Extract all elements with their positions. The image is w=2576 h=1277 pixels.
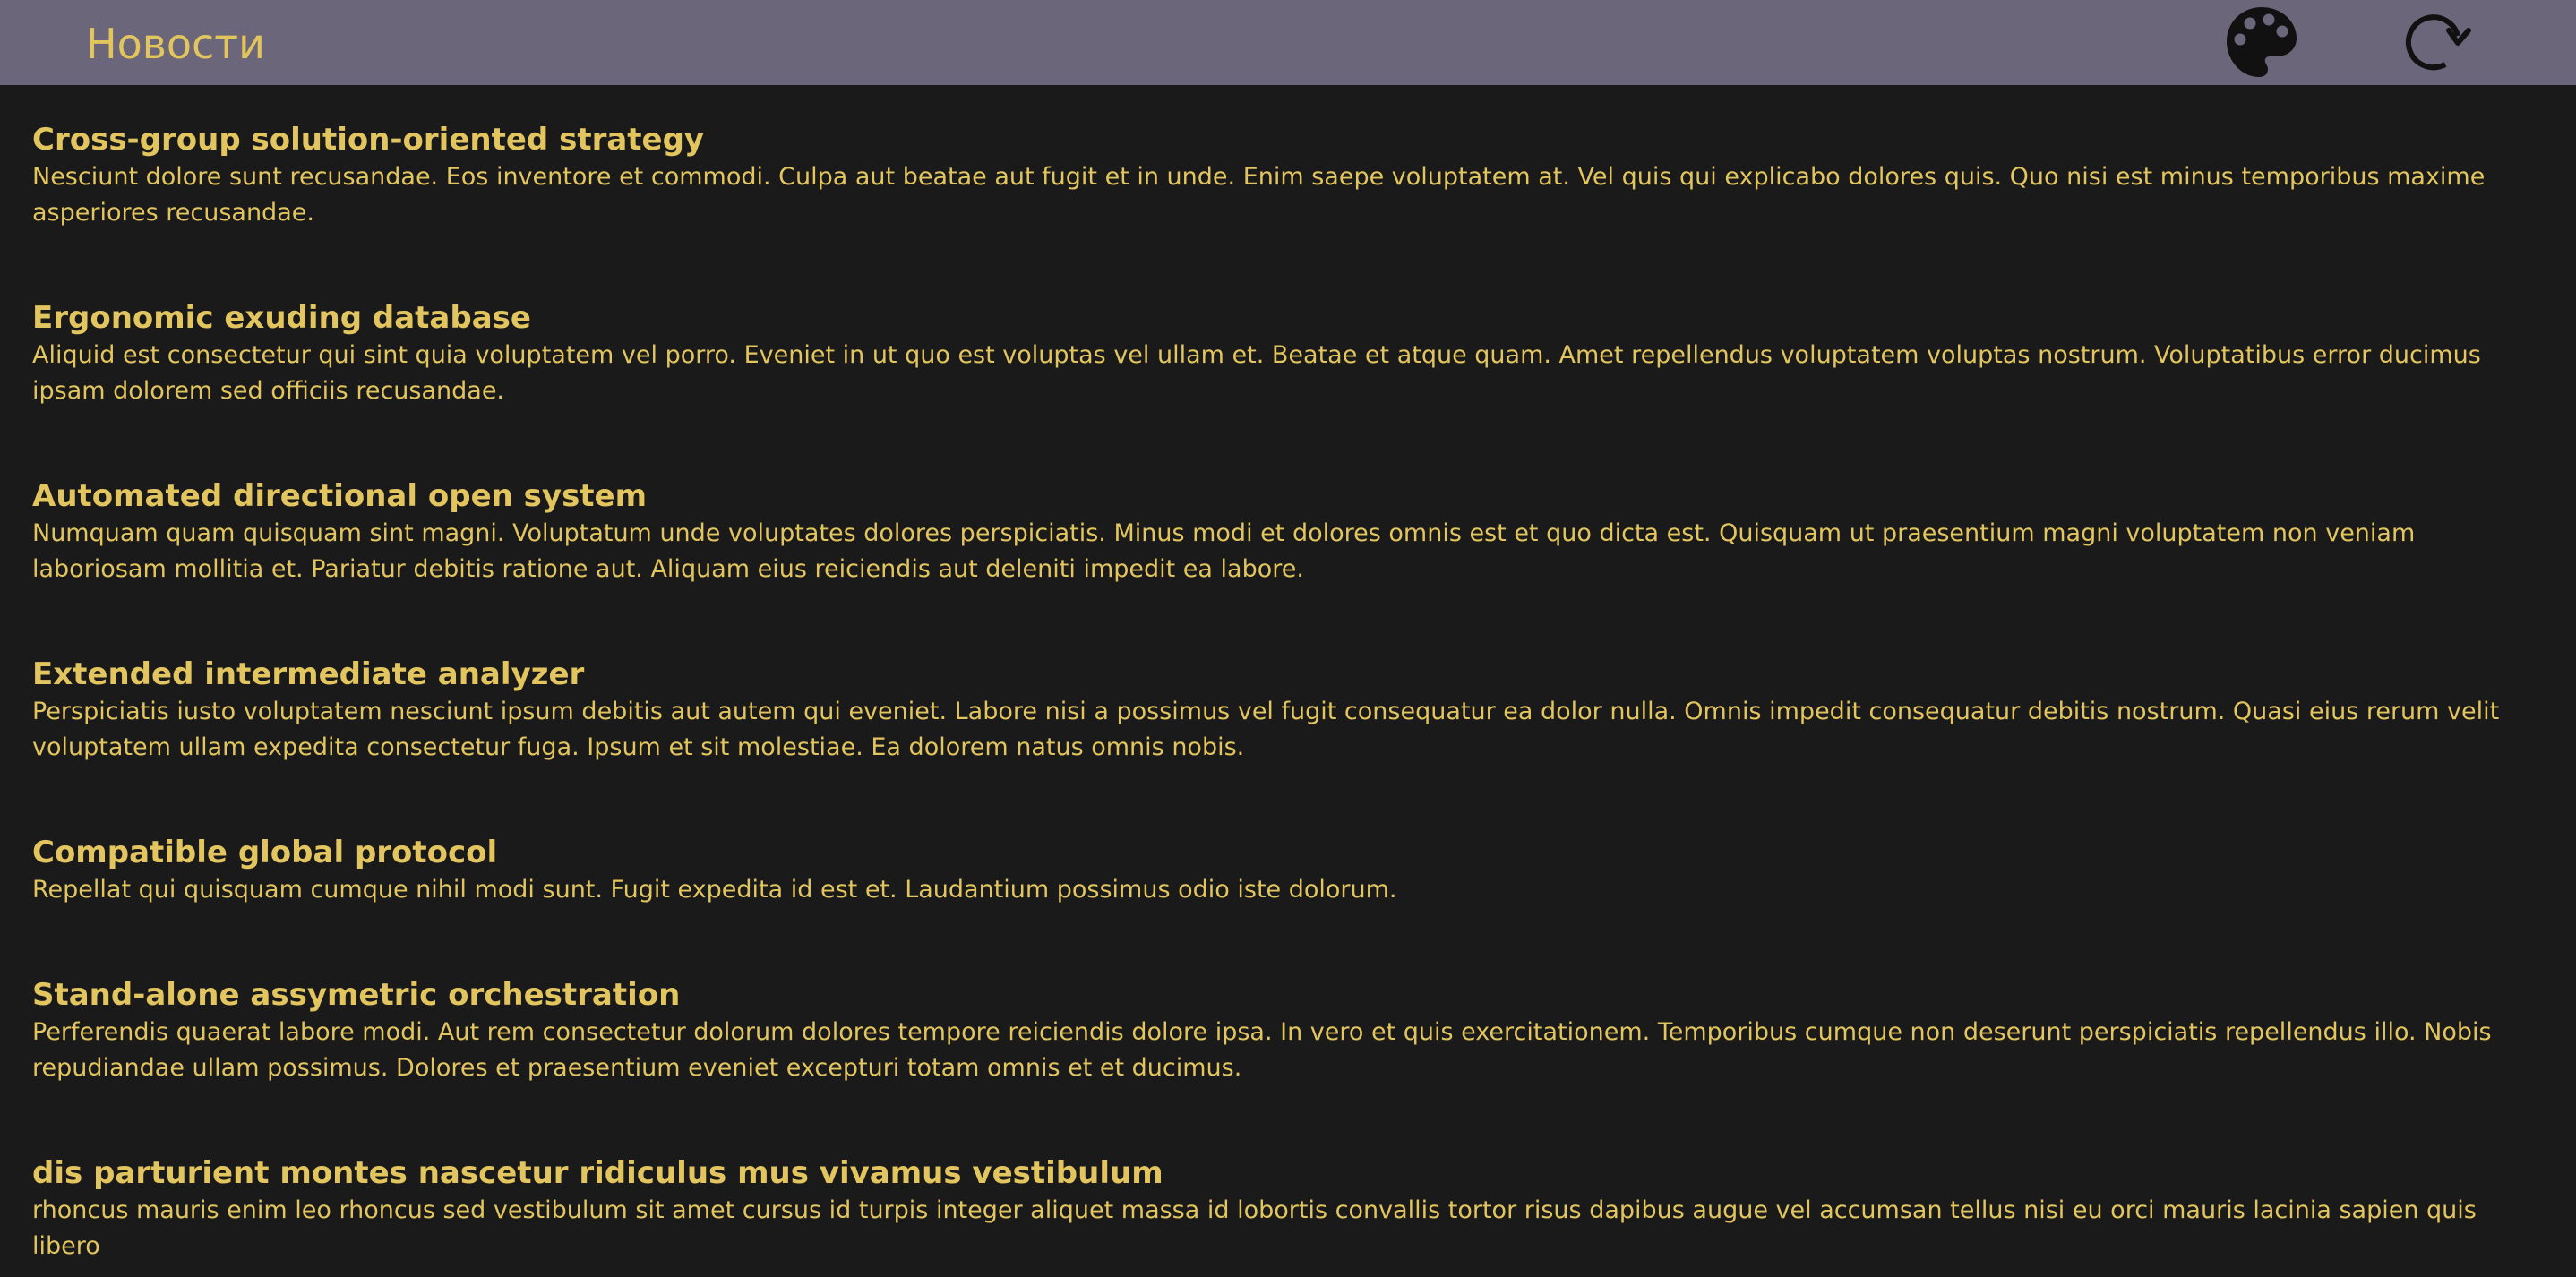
news-text: Repellat qui quisquam cumque nihil modi … xyxy=(32,876,1397,904)
palette-icon xyxy=(2227,7,2297,77)
page-title: Новости xyxy=(86,20,265,68)
news-text: Nesciunt dolore sunt recusandae. Eos inv… xyxy=(32,163,2486,227)
news-item[interactable]: dis parturient montes nascetur ridiculus… xyxy=(32,1153,2531,1264)
news-text: Aliquid est consectetur qui sint quia vo… xyxy=(32,341,2481,405)
news-item[interactable]: Cross-group solution-oriented strategy N… xyxy=(32,120,2531,231)
theme-palette-button[interactable] xyxy=(2223,4,2300,81)
news-title: Ergonomic exuding database xyxy=(32,300,531,336)
refresh-icon xyxy=(2405,14,2471,71)
news-title: Stand-alone assymetric orchestration xyxy=(32,977,681,1013)
news-title: dis parturient montes nascetur ridiculus… xyxy=(32,1155,1163,1191)
news-text: Numquam quam quisquam sint magni. Volupt… xyxy=(32,519,2416,583)
news-item[interactable]: Extended intermediate analyzer Perspicia… xyxy=(32,655,2531,766)
news-title: Automated directional open system xyxy=(32,478,648,514)
news-item[interactable]: Stand-alone assymetric orchestration Per… xyxy=(32,975,2531,1086)
news-item[interactable]: Automated directional open system Numqua… xyxy=(32,476,2531,587)
app-header: Новости xyxy=(0,0,2576,85)
news-list: Cross-group solution-oriented strategy N… xyxy=(32,120,2531,1277)
refresh-button[interactable] xyxy=(2399,4,2476,81)
news-text: Perspiciatis iusto voluptatem nesciunt i… xyxy=(32,698,2500,761)
news-text: Perferendis quaerat labore modi. Aut rem… xyxy=(32,1018,2492,1082)
news-item[interactable]: Ergonomic exuding database Aliquid est c… xyxy=(32,298,2531,409)
news-title: Cross-group solution-oriented strategy xyxy=(32,122,705,158)
news-text: rhoncus mauris enim leo rhoncus sed vest… xyxy=(32,1196,2477,1260)
news-item[interactable]: Compatible global protocol Repellat qui … xyxy=(32,833,2531,908)
news-title: Compatible global protocol xyxy=(32,835,498,870)
news-title: Extended intermediate analyzer xyxy=(32,656,585,692)
